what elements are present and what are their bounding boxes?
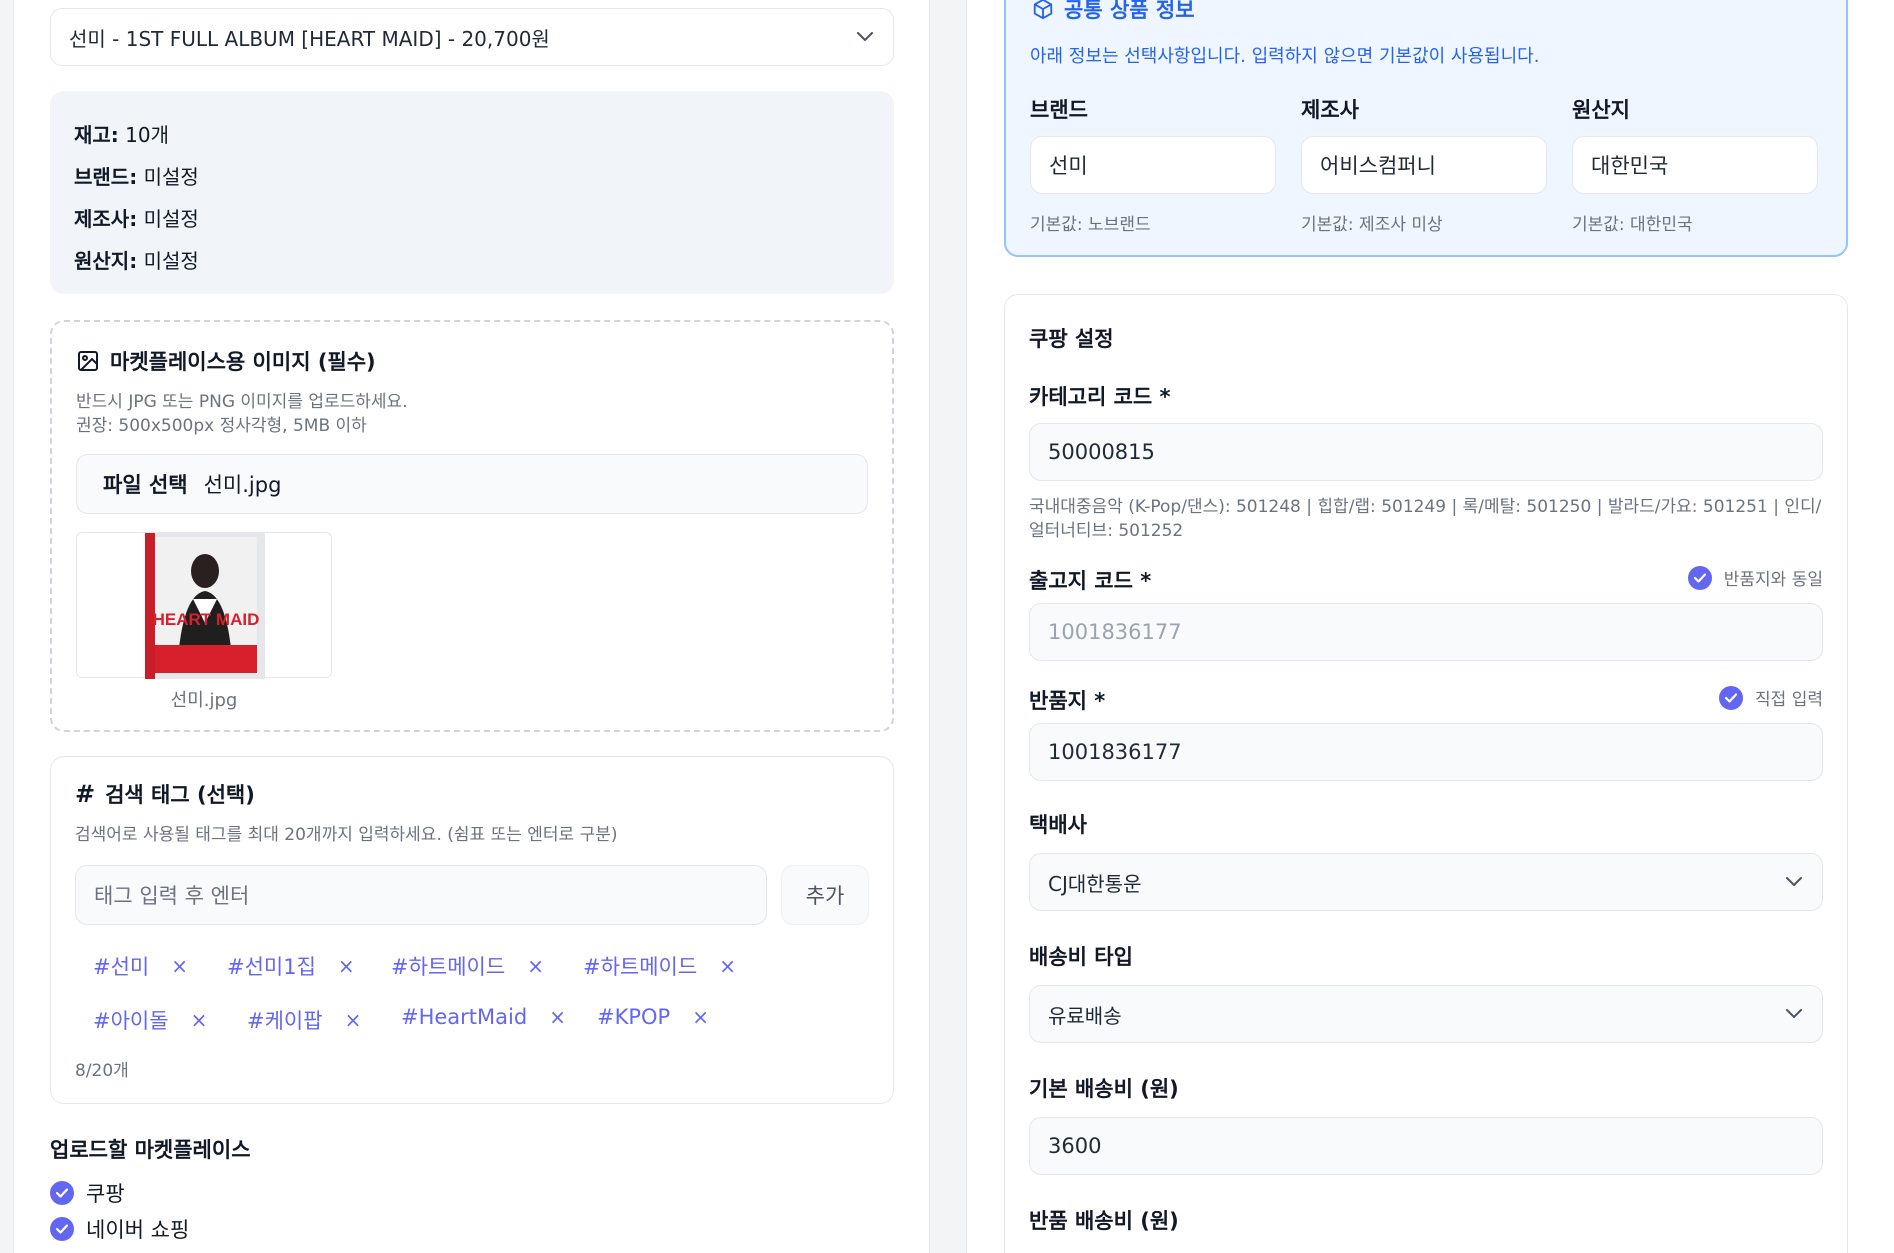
- image-icon: [78, 351, 98, 371]
- category-input[interactable]: 50000815: [1029, 423, 1823, 481]
- search-tags-card: # 검색 태그 (선택) 검색어로 사용될 태그를 최대 20개까지 입력하세요…: [50, 756, 894, 1104]
- direct-input-toggle[interactable]: 직접 입력: [1719, 685, 1823, 710]
- file-name: 선미.jpg: [203, 473, 282, 497]
- brand-line: 브랜드: 미설정: [74, 165, 199, 189]
- add-tag-button[interactable]: 추가: [781, 865, 869, 925]
- coupang-title: 쿠팡 설정: [1029, 327, 1114, 351]
- check-icon[interactable]: [1687, 565, 1712, 590]
- chevron-down-icon: [857, 32, 873, 41]
- category-help-1: 국내대중음악 (K-Pop/댄스): 501248 | 힙합/랩: 501249…: [1029, 497, 1822, 517]
- maker-default: 기본값: 제조사 미상: [1301, 215, 1443, 235]
- image-section-title: 마켓플레이스용 이미지 (필수): [76, 346, 376, 376]
- origin-label: 원산지: [1572, 98, 1630, 122]
- check-icon[interactable]: [50, 1217, 74, 1241]
- remove-tag-icon[interactable]: ×: [549, 1005, 566, 1029]
- remove-tag-icon[interactable]: ×: [191, 1008, 208, 1032]
- category-help-2: 얼터너티브: 501252: [1029, 521, 1184, 541]
- maker-label: 제조사: [1301, 98, 1359, 122]
- base-fee-input[interactable]: 3600: [1029, 1117, 1823, 1175]
- brand-label: 브랜드: [1030, 98, 1088, 122]
- tag-input[interactable]: 태그 입력 후 엔터: [75, 865, 767, 925]
- stock-value: 10개: [125, 123, 170, 147]
- brand-input[interactable]: 선미: [1030, 136, 1276, 194]
- maker-input[interactable]: 어비스컴퍼니: [1301, 136, 1547, 194]
- remove-tag-icon[interactable]: ×: [527, 954, 544, 978]
- tag-chip: #선미 ×: [93, 954, 189, 979]
- brand-value: 미설정: [143, 165, 199, 189]
- tag-chip: #아이돌 ×: [93, 1008, 208, 1033]
- shipping-type-label: 배송비 타입: [1029, 945, 1133, 969]
- coupang-settings-card: 쿠팡 설정 카테고리 코드 * 50000815 국내대중음악 (K-Pop/댄…: [1004, 294, 1848, 1253]
- image-help-2: 권장: 500x500px 정사각형, 5MB 이하: [76, 416, 367, 436]
- file-select-button[interactable]: 파일 선택: [103, 469, 188, 499]
- return-input[interactable]: 1001836177: [1029, 723, 1823, 781]
- outbound-label: 출고지 코드 *: [1029, 569, 1152, 593]
- product-select-value: 선미 - 1ST FULL ALBUM [HEART MAID] - 20,70…: [69, 26, 550, 51]
- tag-count: 8/20개: [75, 1061, 129, 1081]
- origin-input[interactable]: 대한민국: [1572, 136, 1818, 194]
- tag-chip: #KPOP ×: [597, 1005, 709, 1029]
- image-thumbnail[interactable]: HEART MAID: [76, 532, 332, 679]
- remove-tag-icon[interactable]: ×: [171, 954, 188, 978]
- left-panel: 선미 - 1ST FULL ALBUM [HEART MAID] - 20,70…: [13, 0, 930, 1253]
- right-panel: 공통 상품 정보 아래 정보는 선택사항입니다. 입력하지 않으면 기본값이 사…: [966, 0, 1894, 1253]
- check-icon[interactable]: [1719, 685, 1744, 710]
- hash-icon: #: [75, 780, 96, 808]
- base-fee-label: 기본 배송비 (원): [1029, 1077, 1179, 1101]
- remove-tag-icon[interactable]: ×: [345, 1008, 362, 1032]
- tag-chip: #HeartMaid ×: [401, 1005, 566, 1029]
- product-info-card: 재고: 10개 브랜드: 미설정 제조사: 미설정 원산지: 미설정: [50, 91, 894, 294]
- marketplace-coupang[interactable]: 쿠팡: [50, 1178, 125, 1208]
- return-label: 반품지 *: [1029, 689, 1106, 713]
- product-select[interactable]: 선미 - 1ST FULL ALBUM [HEART MAID] - 20,70…: [50, 8, 894, 66]
- image-upload-card: 마켓플레이스용 이미지 (필수) 반드시 JPG 또는 PNG 이미지를 업로드…: [50, 320, 894, 732]
- tags-section-title: # 검색 태그 (선택): [75, 780, 255, 808]
- box-icon: [1033, 0, 1053, 20]
- maker-value: 미설정: [143, 207, 199, 231]
- return-fee-label: 반품 배송비 (원): [1029, 1209, 1179, 1233]
- outbound-input[interactable]: 1001836177: [1029, 603, 1823, 661]
- courier-label: 택배사: [1029, 813, 1087, 837]
- tag-chip: #선미1집 ×: [227, 954, 355, 979]
- tag-chip: #하트메이드 ×: [391, 954, 544, 979]
- common-info-subtitle: 아래 정보는 선택사항입니다. 입력하지 않으면 기본값이 사용됩니다.: [1030, 46, 1540, 67]
- remove-tag-icon[interactable]: ×: [692, 1005, 709, 1029]
- remove-tag-icon[interactable]: ×: [338, 954, 355, 978]
- same-as-return-toggle[interactable]: 반품지와 동일: [1687, 565, 1823, 590]
- chevron-down-icon: [1786, 877, 1802, 886]
- cover-text: HEART MAID: [153, 610, 260, 629]
- marketplaces-title: 업로드할 마켓플레이스: [50, 1138, 251, 1162]
- origin-value: 미설정: [143, 249, 199, 273]
- origin-default: 기본값: 대한민국: [1572, 215, 1693, 235]
- common-info-title: 공통 상품 정보: [1032, 0, 1195, 24]
- check-icon[interactable]: [50, 1181, 74, 1205]
- thumbnail-caption: 선미.jpg: [170, 690, 238, 711]
- chevron-down-icon: [1786, 1009, 1802, 1018]
- file-input[interactable]: 파일 선택 선미.jpg: [76, 454, 868, 514]
- category-label: 카테고리 코드 *: [1029, 385, 1171, 409]
- brand-default: 기본값: 노브랜드: [1030, 215, 1151, 235]
- maker-line: 제조사: 미설정: [74, 207, 199, 231]
- marketplace-naver[interactable]: 네이버 쇼핑: [50, 1214, 189, 1244]
- tag-chip: #하트메이드 ×: [583, 954, 736, 979]
- common-info-card: 공통 상품 정보 아래 정보는 선택사항입니다. 입력하지 않으면 기본값이 사…: [1004, 0, 1848, 257]
- courier-select[interactable]: CJ대한통운: [1029, 853, 1823, 911]
- tags-help: 검색어로 사용될 태그를 최대 20개까지 입력하세요. (쉼표 또는 엔터로 …: [75, 825, 618, 845]
- origin-line: 원산지: 미설정: [74, 249, 199, 273]
- shipping-type-select[interactable]: 유료배송: [1029, 985, 1823, 1043]
- stock-line: 재고: 10개: [74, 123, 170, 147]
- image-help-1: 반드시 JPG 또는 PNG 이미지를 업로드하세요.: [76, 392, 408, 412]
- tag-chip: #케이팝 ×: [247, 1008, 362, 1033]
- album-cover-image: HEART MAID: [145, 533, 265, 679]
- remove-tag-icon[interactable]: ×: [719, 954, 736, 978]
